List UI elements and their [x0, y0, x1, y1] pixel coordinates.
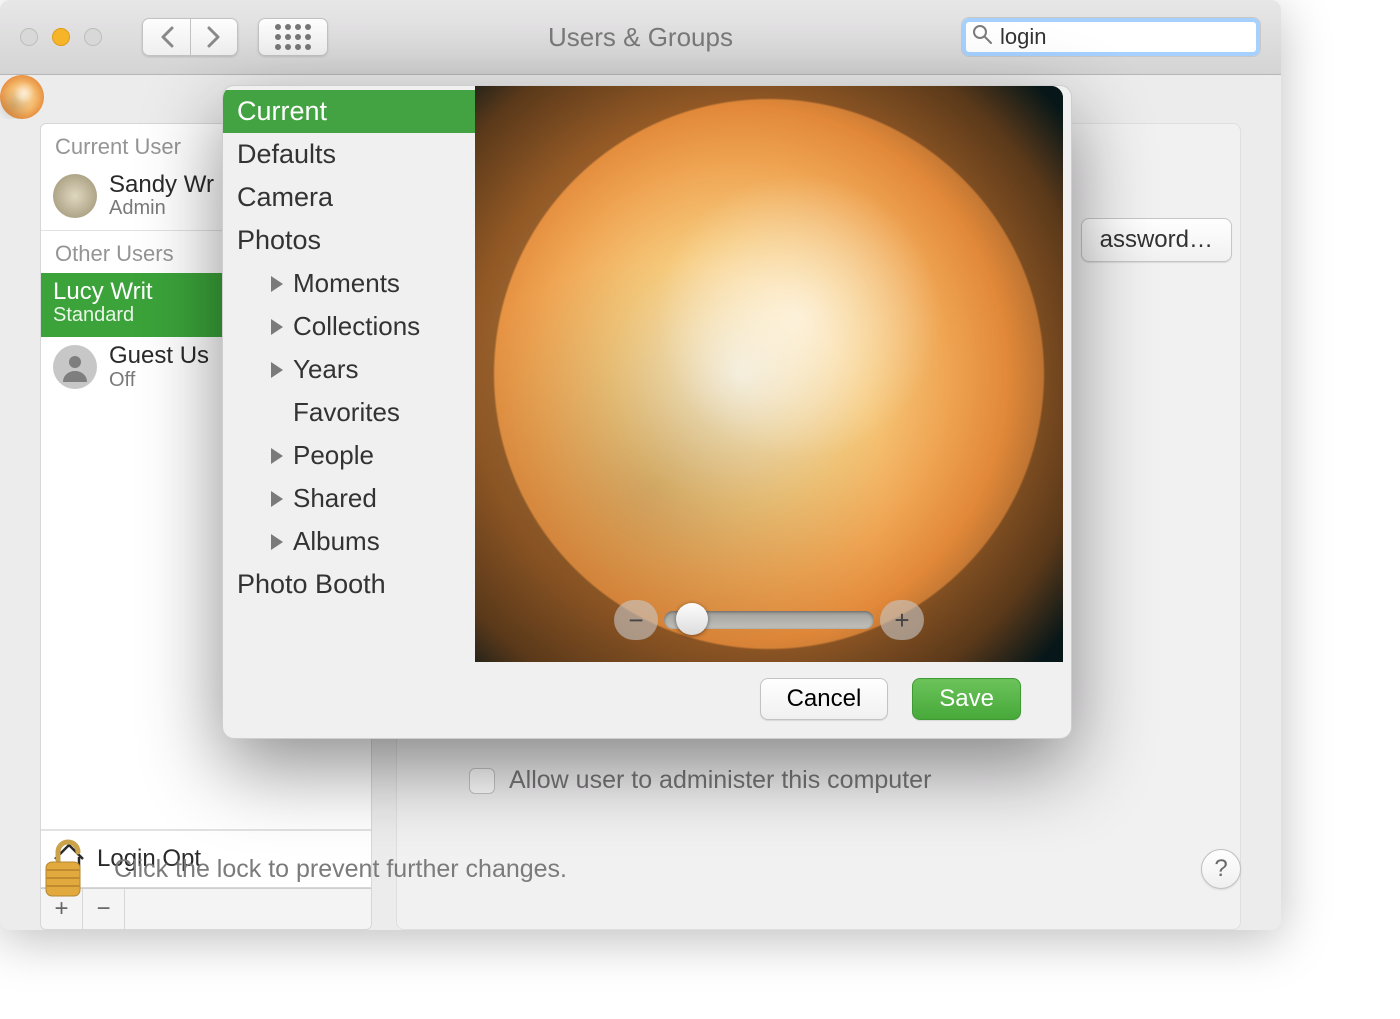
popover-actions: Cancel Save	[223, 662, 1071, 720]
disclosure-triangle-icon	[271, 276, 283, 292]
nav-buttons	[142, 18, 238, 56]
grid-icon	[275, 24, 311, 50]
disclosure-triangle-icon	[271, 448, 283, 464]
rose-image	[475, 86, 1063, 662]
zoom-track[interactable]	[664, 611, 874, 629]
lock-footer: Click the lock to prevent further change…	[0, 808, 1281, 930]
disclosure-triangle-icon	[271, 362, 283, 378]
avatar-source-item[interactable]: Current	[223, 90, 475, 133]
avatar-source-label: People	[293, 440, 374, 471]
avatar-source-item[interactable]: Defaults	[223, 133, 475, 176]
disclosure-triangle-icon	[271, 491, 283, 507]
allow-admin-checkbox[interactable]	[469, 768, 495, 794]
zoom-window-button[interactable]	[84, 28, 102, 46]
avatar	[53, 174, 97, 218]
user-name: Sandy Wr	[109, 172, 214, 197]
user-role: Admin	[109, 197, 214, 220]
avatar-source-item[interactable]: Photos	[223, 219, 475, 262]
user-role: Off	[109, 369, 209, 392]
avatar-source-label: Albums	[293, 526, 380, 557]
avatar-source-label: Defaults	[237, 139, 336, 170]
avatar-source-item[interactable]: Camera	[223, 176, 475, 219]
toolbar-search-field[interactable]: ✕	[961, 17, 1261, 57]
user-name: Guest Us	[109, 343, 209, 368]
show-all-button[interactable]	[258, 18, 328, 56]
chevron-left-icon	[160, 26, 174, 48]
lock-footer-text: Click the lock to prevent further change…	[114, 855, 567, 884]
cancel-button[interactable]: Cancel	[760, 678, 889, 720]
avatar-source-item[interactable]: Years	[223, 348, 475, 391]
user-name: Lucy Writ	[53, 279, 153, 304]
minimize-window-button[interactable]	[52, 28, 70, 46]
zoom-knob[interactable]	[676, 603, 708, 635]
avatar-picker-popover: Current Defaults Camera Photos Moments Collec…	[222, 85, 1072, 739]
avatar-source-label: Camera	[237, 182, 333, 213]
avatar-source-label: Favorites	[293, 397, 400, 428]
zoom-in-button[interactable]: +	[880, 600, 924, 640]
search-icon	[972, 24, 992, 50]
zoom-slider: − +	[614, 600, 924, 640]
avatar-source-item[interactable]: Favorites	[223, 391, 475, 434]
person-icon	[60, 352, 90, 382]
avatar-source-label: Collections	[293, 311, 420, 342]
avatar-source-item[interactable]: Moments	[223, 262, 475, 305]
users-groups-window: Users & Groups ✕ Current User Sandy Wr A…	[0, 0, 1281, 930]
user-role: Standard	[53, 304, 153, 327]
close-window-button[interactable]	[20, 28, 38, 46]
avatar-source-list: Current Defaults Camera Photos Moments Collec…	[223, 86, 475, 662]
allow-admin-row: Allow user to administer this computer	[469, 766, 931, 795]
traffic-lights	[20, 28, 102, 46]
change-password-button[interactable]: assword…	[1081, 218, 1232, 262]
chevron-right-icon	[207, 26, 221, 48]
forward-button[interactable]	[190, 18, 238, 56]
save-button[interactable]: Save	[912, 678, 1021, 720]
avatar-source-label: Years	[293, 354, 359, 385]
disclosure-triangle-icon	[271, 319, 283, 335]
back-button[interactable]	[142, 18, 190, 56]
avatar-source-label: Moments	[293, 268, 400, 299]
unlocked-lock-icon[interactable]	[40, 838, 90, 900]
avatar-source-item[interactable]: Collections	[223, 305, 475, 348]
search-input[interactable]	[1000, 24, 1281, 50]
avatar-source-label: Current	[237, 96, 327, 127]
avatar-source-item[interactable]: People	[223, 434, 475, 477]
window-toolbar: Users & Groups ✕	[0, 0, 1281, 75]
avatar-source-item[interactable]: Photo Booth	[223, 563, 475, 606]
avatar-source-label: Photos	[237, 225, 321, 256]
avatar-source-item[interactable]: Shared	[223, 477, 475, 520]
disclosure-triangle-icon	[271, 534, 283, 550]
avatar-source-item[interactable]: Albums	[223, 520, 475, 563]
avatar-source-label: Shared	[293, 483, 377, 514]
help-button[interactable]: ?	[1201, 849, 1241, 889]
allow-admin-label: Allow user to administer this computer	[509, 766, 931, 795]
avatar	[53, 345, 97, 389]
zoom-out-button[interactable]: −	[614, 600, 658, 640]
avatar-preview[interactable]: − +	[475, 86, 1063, 662]
avatar-source-label: Photo Booth	[237, 569, 386, 600]
